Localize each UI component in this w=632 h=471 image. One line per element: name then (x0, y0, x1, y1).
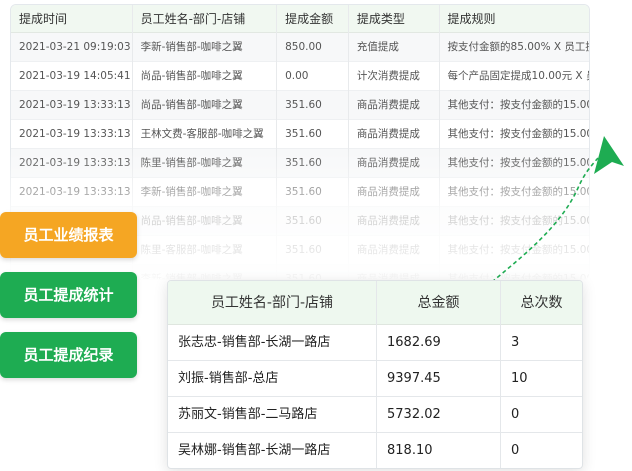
cell-employee: 陈里-销售部-咖啡之翼 (131, 148, 277, 178)
cell-type: 商品消费提成 (347, 235, 439, 265)
cell-amount: 850.00 (276, 32, 348, 62)
cell-type: 商品消费提成 (347, 177, 439, 207)
table-row[interactable]: 张志忠-销售部-长湖一路店 1682.69 3 (168, 324, 582, 361)
cell-time: 2021-03-19 13:33:13 (19, 98, 131, 111)
col-header-employee: 员工姓名-部门-店铺 (131, 5, 277, 33)
cell-amount: 351.60 (276, 119, 348, 149)
cell-rule: 其他支付：按支付金额的15.00% (438, 119, 589, 149)
cell-employee: 李新-销售部-咖啡之翼 (131, 177, 277, 207)
cell-rule: 其他支付：按支付金额的15.00% (438, 148, 589, 178)
table-row[interactable]: 2021-03-19 13:33:13 陈里-销售部-咖啡之翼 351.60 商… (11, 148, 589, 178)
cell-rule: 其他支付：按支付金额的15.00% (438, 235, 589, 265)
cell-time: 2021-03-19 13:33:13 (19, 127, 131, 140)
cell-employee: 陈里-客服部-咖啡之翼 (131, 235, 277, 265)
cell-time: 2021-03-21 09:19:03 (19, 40, 131, 53)
cell-rule: 每个产品固定提成10.00元 X 员工提成比例 (438, 61, 589, 91)
cell-type: 商品消费提成 (347, 90, 439, 120)
cell-rule: 其他支付：按支付金额的15.00% (438, 206, 589, 236)
table-row[interactable]: 2021-03-19 13:33:13 李新-销售部-咖啡之翼 351.60 商… (11, 177, 589, 207)
col-header-employee: 员工姓名-部门-店铺 (210, 294, 334, 311)
cell-rule: 其他支付：按支付金额的15.00% (438, 264, 589, 279)
records-table-header: 提成时间 员工姓名-部门-店铺 提成金额 提成类型 提成规则 (11, 5, 589, 33)
cell-total-count: 0 (500, 396, 582, 433)
col-header-amount: 提成金额 (276, 5, 348, 33)
cell-total-amount: 1682.69 (376, 324, 500, 361)
col-header-total-count: 总次数 (500, 281, 582, 325)
cell-employee: 王林文费-客服部-咖啡之翼 (131, 119, 277, 149)
cell-rule: 按支付金额的85.00% X 员工提成比例 (438, 32, 589, 62)
cell-total-amount: 818.10 (376, 433, 500, 468)
cell-type: 商品消费提成 (347, 148, 439, 178)
cell-employee: 苏丽文-销售部-二马路店 (178, 406, 318, 422)
cell-employee: 尚品-销售部-咖啡之翼 (131, 206, 277, 236)
cell-type: 商品消费提成 (347, 264, 439, 279)
cell-type: 充值提成 (347, 32, 439, 62)
stats-table-header: 员工姓名-部门-店铺 总金额 总次数 (168, 281, 582, 325)
cell-time: 2021-03-19 13:33:13 (19, 156, 131, 169)
table-row[interactable]: 苏丽文-销售部-二马路店 5732.02 0 (168, 396, 582, 433)
cell-time: 2021-03-19 13:33:13 (19, 185, 131, 198)
col-header-total-amount: 总金额 (376, 281, 500, 325)
table-row[interactable]: 2021-03-21 09:19:03 李新-销售部-咖啡之翼 850.00 充… (11, 32, 589, 62)
cell-amount: 351.60 (276, 177, 348, 207)
cell-amount: 0.00 (276, 61, 348, 91)
cell-employee: 李新-销售部-咖啡之翼 (131, 32, 277, 62)
cell-rule: 其他支付：按支付金额的15.00% (438, 90, 589, 120)
cell-rule: 其他支付：按支付金额的15.00% (438, 177, 589, 207)
cell-type: 商品消费提成 (347, 206, 439, 236)
cell-total-count: 10 (500, 360, 582, 397)
table-row[interactable]: 2021-03-19 13:33:13 尚品-销售部-咖啡之翼 351.60 商… (11, 90, 589, 120)
cell-time: 2021-03-19 14:05:41 (19, 69, 131, 82)
cell-employee: 刘振-销售部-总店 (178, 370, 279, 386)
cell-amount: 351.60 (276, 264, 348, 279)
cell-employee: 尚品-销售部-咖啡之翼 (131, 90, 277, 120)
cell-total-amount: 5732.02 (376, 396, 500, 433)
col-header-time: 提成时间 (19, 11, 68, 26)
cell-employee: 李新-销售部-咖啡之翼 (131, 264, 277, 279)
commission-stats-table: 员工姓名-部门-店铺 总金额 总次数 张志忠-销售部-长湖一路店 1682.69… (167, 280, 583, 469)
cell-employee: 吴林娜-销售部-长湖一路店 (178, 443, 331, 458)
table-row[interactable]: 刘振-销售部-总店 9397.45 10 (168, 360, 582, 397)
cell-amount: 351.60 (276, 148, 348, 178)
employee-commission-records-button[interactable]: 员工提成纪录 (0, 332, 137, 378)
cell-amount: 351.60 (276, 235, 348, 265)
cell-total-count: 0 (500, 433, 582, 468)
cell-type: 计次消费提成 (347, 61, 439, 91)
cell-amount: 351.60 (276, 206, 348, 236)
col-header-type: 提成类型 (347, 5, 439, 33)
cell-employee: 尚品-销售部-咖啡之翼 (131, 61, 277, 91)
table-row[interactable]: 吴林娜-销售部-长湖一路店 818.10 0 (168, 433, 582, 468)
employee-performance-report-button[interactable]: 员工业绩报表 (0, 212, 137, 258)
cell-total-amount: 9397.45 (376, 360, 500, 397)
cell-amount: 351.60 (276, 90, 348, 120)
table-row[interactable]: 2021-03-19 13:33:13 王林文费-客服部-咖啡之翼 351.60… (11, 119, 589, 149)
table-row[interactable]: 2021-03-19 14:05:41 尚品-销售部-咖啡之翼 0.00 计次消… (11, 61, 589, 91)
employee-commission-stats-button[interactable]: 员工提成统计 (0, 272, 137, 318)
cell-employee: 张志忠-销售部-长湖一路店 (178, 334, 331, 350)
cell-type: 商品消费提成 (347, 119, 439, 149)
col-header-rule: 提成规则 (438, 5, 589, 33)
cell-total-count: 3 (500, 324, 582, 361)
